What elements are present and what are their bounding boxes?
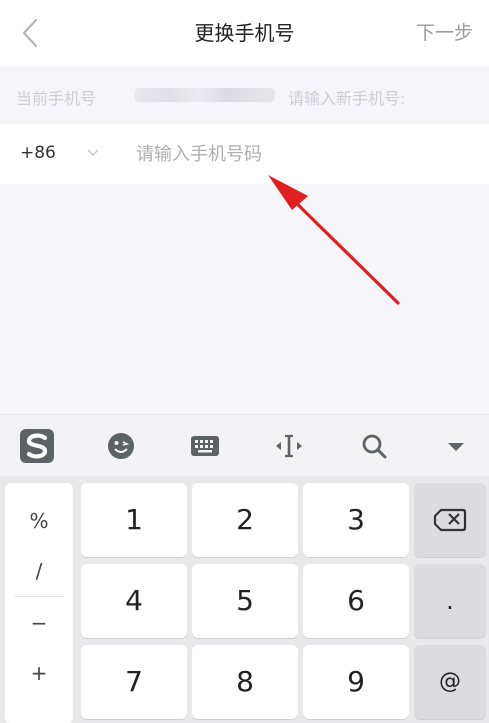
emoji-icon bbox=[108, 433, 134, 459]
symbol-key[interactable]: / bbox=[5, 551, 73, 591]
key-2[interactable]: 2 bbox=[192, 483, 298, 557]
key-5[interactable]: 5 bbox=[192, 564, 298, 638]
empty-area bbox=[0, 184, 489, 414]
keyboard-icon bbox=[191, 436, 219, 456]
keyboard-toolbar bbox=[0, 414, 489, 477]
numeric-keyboard: % / − + 1 2 3 4 5 6 . 7 8 9 @ bbox=[0, 476, 489, 723]
backspace-icon bbox=[433, 508, 467, 532]
cursor-move-icon bbox=[276, 434, 302, 458]
key-1[interactable]: 1 bbox=[81, 483, 187, 557]
keyboard-switch-button[interactable] bbox=[186, 427, 224, 465]
next-step-button[interactable]: 下一步 bbox=[416, 0, 473, 66]
symbol-column: % / − + bbox=[5, 483, 73, 723]
at-key[interactable]: @ bbox=[414, 645, 486, 719]
symbol-key[interactable]: − bbox=[5, 603, 73, 643]
key-8[interactable]: 8 bbox=[192, 645, 298, 719]
collapse-keyboard-button[interactable] bbox=[437, 427, 475, 465]
key-7[interactable]: 7 bbox=[81, 645, 187, 719]
dot-key[interactable]: . bbox=[414, 564, 486, 638]
collapse-keyboard-icon bbox=[448, 443, 464, 451]
phone-input-row: +86 bbox=[0, 124, 489, 184]
country-code-selector[interactable]: +86 bbox=[20, 143, 56, 163]
search-icon bbox=[362, 434, 387, 459]
header-bar: 更换手机号 下一步 bbox=[0, 0, 489, 66]
key-4[interactable]: 4 bbox=[81, 564, 187, 638]
cursor-move-button[interactable] bbox=[270, 427, 308, 465]
key-3[interactable]: 3 bbox=[303, 483, 409, 557]
masked-phone-number bbox=[135, 88, 275, 102]
new-number-hint: 请输入新手机号: bbox=[288, 89, 406, 108]
sogou-logo-button[interactable] bbox=[18, 427, 56, 465]
key-6[interactable]: 6 bbox=[303, 564, 409, 638]
key-9[interactable]: 9 bbox=[303, 645, 409, 719]
symbol-key[interactable]: % bbox=[5, 501, 73, 541]
emoji-button[interactable] bbox=[102, 427, 140, 465]
current-number-strip: 当前手机号 请输入新手机号: bbox=[0, 66, 489, 124]
symbol-key[interactable]: + bbox=[5, 653, 73, 693]
phone-number-input[interactable] bbox=[128, 136, 464, 172]
backspace-key[interactable] bbox=[414, 483, 486, 557]
current-number-label: 当前手机号 bbox=[16, 89, 97, 108]
divider bbox=[15, 596, 63, 597]
chevron-down-icon[interactable] bbox=[86, 146, 100, 160]
sogou-logo-icon bbox=[20, 429, 54, 463]
search-button[interactable] bbox=[355, 427, 393, 465]
